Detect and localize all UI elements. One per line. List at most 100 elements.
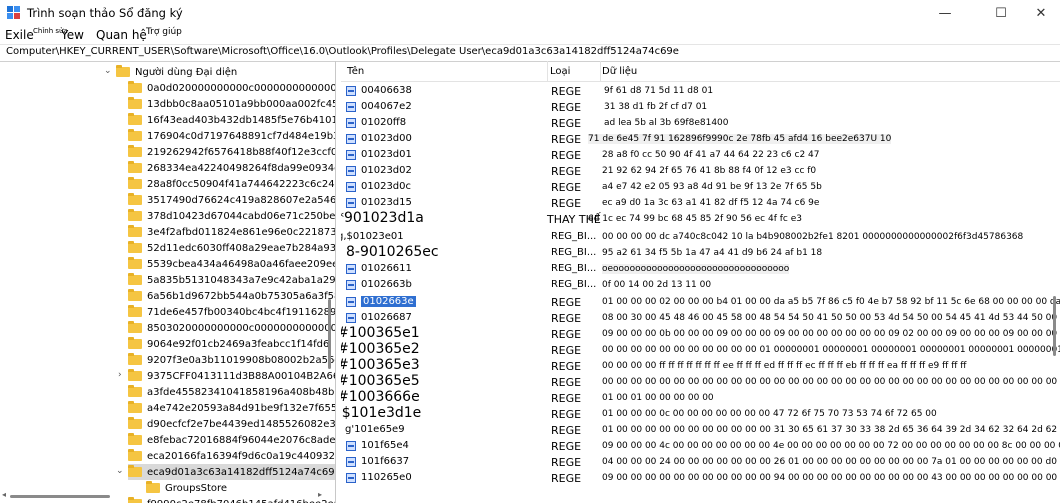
value-row[interactable]: 8-9010265ec REG_BI... 95 a2 61 34 f5 5b 1a… <box>341 244 1060 261</box>
value-row[interactable]: 01026611 REG_BI... oeooooooooooooooooooooo… <box>341 261 1060 277</box>
tree-item[interactable]: a3fde45582341041858196a408b48b6 <box>128 384 335 400</box>
tree-item[interactable]: 3517490d76624c419a828607e2a54604 <box>128 192 335 208</box>
minimize-button[interactable]: — <box>922 0 968 26</box>
value-name: ;$101e3d1e <box>341 405 422 421</box>
value-type: REGE <box>551 440 582 453</box>
column-header-name[interactable]: Tên <box>341 61 548 81</box>
value-row[interactable]: 101f6637 REGE 04 00 00 00 24 00 00 00 00 0… <box>341 454 1060 470</box>
value-row[interactable]: 01023d01 REGE 28 a8 f0 cc 50 90 4f 41 a7 4… <box>341 147 1060 163</box>
tree-item[interactable]: 268334ea42240498264f8da99e0934e <box>128 160 335 176</box>
values-pane[interactable]: Tên Loại Dữ liệu 00406638 REGE 9f 61 d8 71… <box>341 61 1060 503</box>
tree-item[interactable]: 71de6e457fb00340bc4bc4f191162896 <box>128 304 335 320</box>
value-row[interactable]: g'101e65e9 REGE 01 00 00 00 00 00 00 00 00… <box>341 422 1060 438</box>
value-row[interactable]: 0102663b REG_BI... 0f 00 14 00 2d 13 11 00 <box>341 277 1060 293</box>
tree-item[interactable]: 6a56b1d9672bb544a0b75305a6a3f58d <box>128 288 335 304</box>
scroll-right-icon[interactable]: ▸ <box>318 490 322 499</box>
chevron-down-icon[interactable]: ⌄ <box>104 66 112 76</box>
menu-view[interactable]: Yew <box>61 28 84 42</box>
maximize-button[interactable]: ☐ <box>978 0 1024 26</box>
value-row[interactable]: #100365e2 REGE 00 00 00 00 00 00 00 00 00 … <box>341 341 1060 358</box>
tree-item-delegate-user[interactable]: Người dùng Đại diện <box>116 64 237 80</box>
value-data: 95 a2 61 34 f5 5b 1a 47 a4 41 d9 b6 24 a… <box>602 248 823 258</box>
tree-item[interactable]: 0a0d020000000000c000000000000046 <box>128 80 336 96</box>
tree-item[interactable]: 9064e92f01cb2469a3feabcc1f14fd6 <box>128 336 329 352</box>
value-row[interactable]: #100365e3 REGE 00 00 00 00 ff ff ff ff ff … <box>341 357 1060 374</box>
folder-icon <box>128 369 142 381</box>
menu-file[interactable]: Exile <box>5 28 34 42</box>
tree-item[interactable]: d90ecfcf2e7be4439ed1485526082e3f <box>128 416 335 432</box>
values-scrollbar[interactable] <box>1049 61 1060 503</box>
tree-item-label: e8febac72016884f96044e2076c8adef <box>147 434 336 446</box>
value-row[interactable]: 00406638 REGE 9f 61 d8 71 5d 11 d8 01 <box>341 83 1060 99</box>
value-row[interactable]: #1003666e REGE 01 00 01 00 00 00 00 00 <box>341 389 1060 406</box>
value-type: REG_BI... <box>551 231 597 242</box>
tree-item[interactable]: 378d10423d67044cabd06e71c250bef3 <box>128 208 335 224</box>
value-data: 00 00 00 00 ff ff ff ff ff ff ff ee ff f… <box>602 361 967 371</box>
column-header-type[interactable]: Loại <box>547 61 601 81</box>
value-type: REGE <box>551 408 582 421</box>
menu-favorites[interactable]: Quan hệ <box>96 28 147 42</box>
value-row[interactable]: g,$01023e01 REG_BI... 00 00 00 00 dc a740c… <box>341 229 1060 245</box>
value-row[interactable]: 101f65e4 REGE 09 00 00 00 4c 00 00 00 00 0… <box>341 438 1060 454</box>
value-data: 01 00 01 00 00 00 00 00 <box>602 393 714 403</box>
tree-item[interactable]: 219262942f6576418b88f40f12e3ccf0 <box>128 144 335 160</box>
value-row[interactable]: 01023d02 REGE 21 92 62 94 2f 65 76 41 8b 8… <box>341 163 1060 179</box>
minimize-icon: — <box>938 5 952 21</box>
value-data: 09 00 00 00 00 00 00 00 00 00 00 00 94 0… <box>602 473 1060 483</box>
value-row[interactable]: 01020ff8 REGE ad lea 5b al 3b 69f8e81400 <box>341 115 1060 131</box>
tree-item[interactable]: a4e742e20593a84d91be9f132e7f655b <box>128 400 336 416</box>
value-type: REGE <box>551 133 582 146</box>
scroll-left-icon[interactable]: ◂ <box>2 490 6 499</box>
folder-icon <box>128 321 142 333</box>
tree-item-label: 9064e92f01cb2469a3feabcc1f14fd6 <box>147 338 330 350</box>
value-data: 21 92 62 94 2f 65 76 41 8b 88 f4 0f 12 e… <box>602 166 817 176</box>
value-name: 01023d01 <box>361 149 412 160</box>
address-path: Computer\HKEY_CURRENT_USER\Software\Micr… <box>6 46 679 57</box>
values-scroll-thumb[interactable] <box>1053 296 1056 356</box>
tree-horizontal-scrollbar[interactable]: ◂ ▸ <box>0 490 335 503</box>
tree-item[interactable]: 3e4f2afbd011824e861e96e0c2218738 <box>128 224 336 240</box>
chevron-down-icon[interactable]: ⌄ <box>116 466 124 476</box>
close-button[interactable]: ✕ <box>1022 0 1060 26</box>
tree-item-label: 3e4f2afbd011824e861e96e0c2218738 <box>147 226 336 238</box>
chevron-right-icon[interactable]: › <box>118 370 122 380</box>
value-row[interactable]: #100365e1 REGE 09 00 00 00 0b 00 00 00 09 … <box>341 325 1060 342</box>
value-row[interactable]: 01023d15 REGE ec a9 d0 1a 3c 63 a1 41 82 d… <box>341 195 1060 211</box>
tree-pane[interactable]: ⌄ Người dùng Đại diện 0a0d020000000000c0… <box>0 61 336 503</box>
address-bar[interactable]: Computer\HKEY_CURRENT_USER\Software\Micr… <box>0 44 1060 62</box>
tree-item[interactable]: 5a835b5131048343a7e9c42aba1a2940 <box>128 272 335 288</box>
column-header-data[interactable]: Dữ liệu <box>600 61 1042 81</box>
value-name: 8-9010265ec <box>346 244 439 260</box>
tree-item[interactable]: eca20166fa16394f9d6c0a19c4409323 <box>128 448 335 464</box>
tree-item[interactable]: 8503020000000000c000000000000046 <box>128 320 335 336</box>
value-row[interactable]: 01023d0c REGE a4 e7 42 e2 05 93 a8 4d 91 b… <box>341 179 1060 195</box>
value-row[interactable]: 110265e0 REGE 09 00 00 00 00 00 00 00 00 0… <box>341 470 1060 486</box>
tree-item[interactable]: 52d11edc6030ff408a29eae7b284a93f <box>128 240 335 256</box>
tree-item-label: 0a0d020000000000c000000000000046 <box>147 82 336 94</box>
value-row[interactable]: 01023d00 REGE 71 de 6e45 7f 91 162896f9990… <box>341 131 1060 147</box>
tree-scroll-thumb[interactable] <box>328 299 331 369</box>
tree-item[interactable]: 28a8f0cc50904f41a744642223c6c247 <box>128 176 335 192</box>
tree-item[interactable]: e8febac72016884f96044e2076c8adef <box>128 432 336 448</box>
tree-item[interactable]: 16f43ead403b432db1485f5e76b4101d <box>128 112 335 128</box>
tree-item[interactable]: 9375CFF0413111d3B88A00104B2A6676 <box>128 368 335 384</box>
tree-hscroll-thumb[interactable] <box>10 495 110 498</box>
tree-item[interactable]: 9207f3e0a3b11019908b08002b2a56c2 <box>128 352 335 368</box>
tree-scrollbar[interactable] <box>325 61 334 491</box>
binary-value-icon <box>346 118 356 128</box>
binary-value-icon <box>346 198 356 208</box>
value-data: 08 00 30 00 45 48 46 00 45 58 00 48 54 5… <box>602 313 1060 323</box>
tree-item[interactable]: 176904c0d7197648891cf7d484e19b33 <box>128 128 335 144</box>
value-data: 31 38 d1 fb 2f cf d7 01 <box>604 102 708 112</box>
value-row[interactable]: *901023d1a THAY THẾ 6d 1c ec 74 99 bc 68 4… <box>341 210 1060 227</box>
value-row[interactable]: 01026687 REGE 08 00 30 00 45 48 46 00 45 5… <box>341 310 1060 326</box>
value-row[interactable]: ;$101e3d1e REGE 01 00 00 00 0c 00 00 00 00… <box>341 405 1060 422</box>
tree-item[interactable]: eca9d01a3c63a14182dff5124a74c69e <box>128 464 335 480</box>
value-row[interactable]: 004067e2 REGE 31 38 d1 fb 2f cf d7 01 <box>341 99 1060 115</box>
menu-help[interactable]: Trợ giúp <box>146 27 182 37</box>
tree-item[interactable]: 13dbb0c8aa05101a9bb000aa002fc45a <box>128 96 335 112</box>
tree-item[interactable]: 5539cbea434a46498a0a46faee209eef <box>128 256 335 272</box>
tree-item-label: a4e742e20593a84d91be9f132e7f655b <box>147 402 336 414</box>
value-row[interactable]: #100365e5 REGE 00 00 00 00 00 00 00 00 00 … <box>341 373 1060 390</box>
value-row[interactable]: 0102663e REGE 01 00 00 00 02 00 00 00 b4 0… <box>341 294 1060 310</box>
